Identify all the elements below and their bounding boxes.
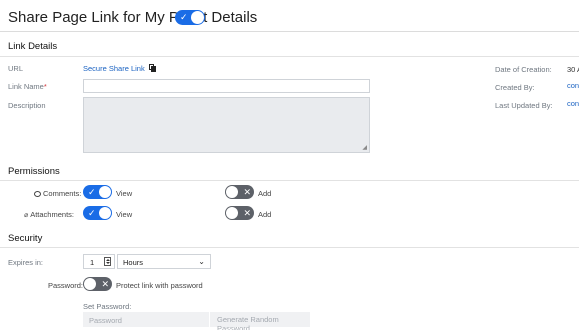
comment-icon <box>34 191 41 197</box>
share-enabled-toggle[interactable]: ✓ <box>175 10 205 25</box>
header-divider <box>0 31 579 32</box>
paperclip-icon: ⌀ <box>24 212 29 219</box>
comments-add-toggle[interactable]: ✕ <box>225 185 254 199</box>
date-of-creation-value: 30 A <box>567 65 579 74</box>
section-title-security: Security <box>8 233 43 244</box>
section-title-permissions: Permissions <box>8 166 60 177</box>
description-textarea[interactable]: ◢ <box>83 97 370 153</box>
date-of-creation-label: Date of Creation: <box>495 65 552 74</box>
password-label: Password: <box>48 281 84 290</box>
link-name-input[interactable] <box>83 79 370 93</box>
set-password-label: Set Password: <box>83 302 132 311</box>
section-title-link-details: Link Details <box>8 41 58 52</box>
attachments-add-label: Add <box>258 210 272 219</box>
expires-quantity-value[interactable]: 1 <box>90 258 94 267</box>
stepper-arrows-icon[interactable] <box>104 257 111 266</box>
attachments-view-label: View <box>116 210 133 219</box>
expires-quantity-stepper[interactable]: 1 <box>83 254 115 269</box>
attachments-add-toggle[interactable]: ✕ <box>225 206 254 220</box>
password-placeholder[interactable]: Password <box>89 316 122 325</box>
page-title: Share Page Link for My Prject Details <box>8 9 258 26</box>
last-updated-by-link[interactable]: con <box>567 99 579 108</box>
comments-view-toggle[interactable]: ✓ <box>83 185 112 199</box>
comments-view-label: View <box>116 189 133 198</box>
created-by-label: Created By: <box>495 83 535 92</box>
chevron-down-icon[interactable]: ⌄ <box>198 257 205 266</box>
password-input[interactable]: Password <box>83 312 209 327</box>
required-marker: * <box>43 82 47 91</box>
resize-handle-icon[interactable]: ◢ <box>362 144 367 151</box>
expires-unit-select[interactable]: Hours ⌄ <box>117 254 211 269</box>
check-icon: ✓ <box>88 187 96 197</box>
generate-random-password-label[interactable]: Generate Random Password <box>217 315 310 330</box>
comments-add-label: Add <box>258 189 272 198</box>
check-icon: ✓ <box>88 208 96 218</box>
close-icon: ✕ <box>101 279 109 289</box>
section-divider <box>0 247 579 248</box>
close-icon: ✕ <box>243 187 251 197</box>
expires-in-label: Expires in: <box>8 258 44 267</box>
check-icon: ✓ <box>180 12 188 22</box>
section-divider <box>0 180 579 181</box>
url-label: URL <box>8 64 24 73</box>
created-by-link[interactable]: con <box>567 81 579 90</box>
secure-share-link-text[interactable]: Secure Share Link <box>83 64 145 73</box>
password-protect-toggle[interactable]: ✕ <box>83 277 112 291</box>
comments-label: Comments: <box>34 189 81 198</box>
last-updated-by-label: Last Updated By: <box>495 101 553 110</box>
expires-unit-value[interactable]: Hours <box>123 258 143 267</box>
generate-random-password-button[interactable]: Generate Random Password <box>210 312 310 330</box>
link-name-label: Link Name* <box>8 82 47 91</box>
password-protect-label: Protect link with password <box>116 281 203 290</box>
attachments-view-toggle[interactable]: ✓ <box>83 206 112 220</box>
secure-share-link[interactable]: Secure Share Link <box>83 63 156 73</box>
close-icon: ✕ <box>243 208 251 218</box>
section-divider <box>0 56 579 57</box>
attachments-label: ⌀ Attachments: <box>24 210 74 219</box>
copy-icon[interactable] <box>148 64 156 72</box>
description-label: Description <box>8 101 46 110</box>
